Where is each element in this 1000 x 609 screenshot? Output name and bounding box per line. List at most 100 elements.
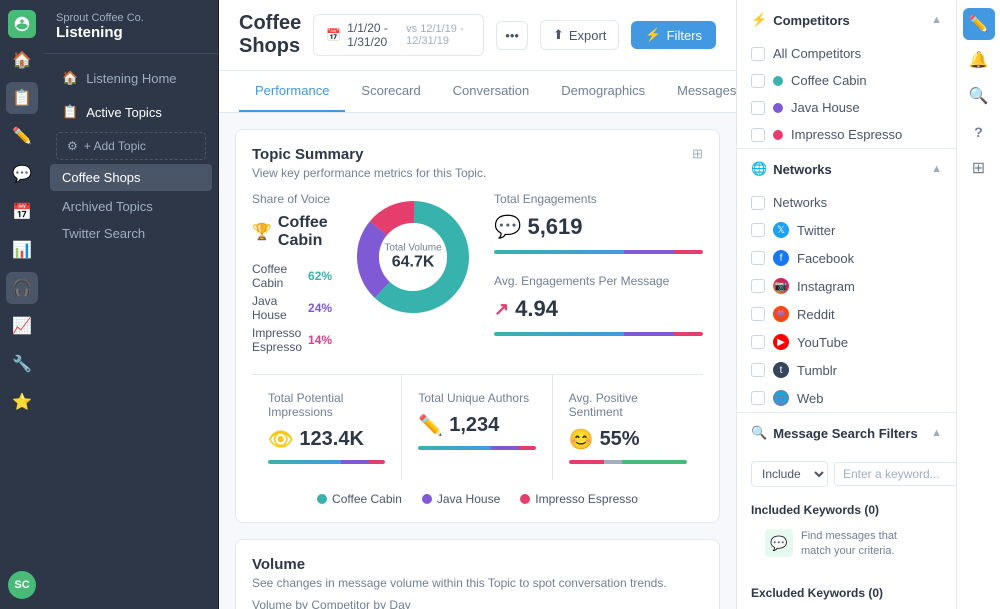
impresso-checkbox[interactable] xyxy=(751,128,765,142)
nav-tools-icon[interactable]: 🔧 xyxy=(6,348,38,380)
java-house-checkbox[interactable] xyxy=(751,101,765,115)
twitter-checkbox[interactable] xyxy=(751,223,765,237)
instagram-icon: 📷 xyxy=(773,278,789,294)
twitter-label: Twitter xyxy=(797,223,835,238)
network-reddit[interactable]: 👾 Reddit xyxy=(737,300,956,328)
sidebar-item-coffee-shops[interactable]: Coffee Shops xyxy=(50,164,212,191)
user-avatar[interactable]: SC xyxy=(8,571,36,599)
network-web[interactable]: 🌐 Web xyxy=(737,384,956,412)
edit-profile-button[interactable]: ✏️ xyxy=(963,8,995,40)
competitor-coffee-cabin[interactable]: Coffee Cabin xyxy=(737,67,956,94)
date-range-selector[interactable]: 📅 1/1/20 - 1/31/20 vs 12/1/19 - 12/31/19 xyxy=(313,14,484,56)
legend-impresso: Impresso Espresso xyxy=(520,492,638,506)
search-button[interactable]: 🔍 xyxy=(963,80,995,112)
sov-java-house-name: Java House xyxy=(252,294,302,322)
more-options-button[interactable]: ••• xyxy=(496,21,528,50)
main-content: Coffee Shops 📅 1/1/20 - 1/31/20 vs 12/1/… xyxy=(219,0,736,609)
message-search-filters-header[interactable]: 🔍 Message Search Filters ▲ xyxy=(737,413,956,453)
youtube-label: YouTube xyxy=(797,335,848,350)
competitor-impresso[interactable]: Impresso Espresso xyxy=(737,121,956,148)
app-logo[interactable] xyxy=(8,10,36,38)
nav-home-icon[interactable]: 🏠 xyxy=(6,44,38,76)
nav-inbox-icon[interactable]: 💬 xyxy=(6,158,38,190)
tab-scorecard[interactable]: Scorecard xyxy=(345,71,436,112)
topic-summary-card: Topic Summary View key performance metri… xyxy=(235,129,720,523)
sidebar-item-active-topics[interactable]: 📋 Active Topics xyxy=(50,96,212,128)
facebook-checkbox[interactable] xyxy=(751,251,765,265)
coffee-cabin-checkbox[interactable] xyxy=(751,74,765,88)
youtube-icon: ▶ xyxy=(773,334,789,350)
search-filter-icon: 🔍 xyxy=(751,425,767,441)
networks-chevron-icon: ▲ xyxy=(931,163,942,175)
nav-calendar-icon[interactable]: 📅 xyxy=(6,196,38,228)
instagram-checkbox[interactable] xyxy=(751,279,765,293)
reddit-label: Reddit xyxy=(797,307,835,322)
sidebar-item-twitter-search[interactable]: Twitter Search xyxy=(50,220,212,247)
export-label: Export xyxy=(569,28,607,43)
instagram-label: Instagram xyxy=(797,279,855,294)
network-tumblr[interactable]: t Tumblr xyxy=(737,356,956,384)
competitors-header[interactable]: ⚡ Competitors ▲ xyxy=(737,0,956,40)
chart-legend: Coffee Cabin Java House Impresso Espress… xyxy=(252,492,703,506)
twitter-icon: 𝕏 xyxy=(773,222,789,238)
share-of-voice-section: Share of Voice 🏆 Coffee Cabin Coffee Cab… xyxy=(252,192,332,358)
included-keywords-title: Included Keywords (0) xyxy=(751,503,942,517)
authors-stat: Total Unique Authors ✏️ 1,234 xyxy=(402,375,552,480)
tumblr-checkbox[interactable] xyxy=(751,363,765,377)
date-vs-label: vs 12/1/19 - 12/31/19 xyxy=(406,23,471,47)
filters-button[interactable]: ⚡ Filters xyxy=(631,21,716,49)
legend-dot-impresso xyxy=(520,494,530,504)
nav-topics-icon[interactable]: 📋 xyxy=(6,82,38,114)
nav-analytics-icon[interactable]: 📊 xyxy=(6,234,38,266)
impressions-icon: 👁 xyxy=(268,427,293,452)
keyword-input[interactable] xyxy=(834,462,956,486)
excluded-keywords-section: Excluded Keywords (0) 💬 Remove messages … xyxy=(737,578,956,609)
sov-winner-label: Coffee Cabin xyxy=(278,214,332,250)
tab-demographics[interactable]: Demographics xyxy=(545,71,661,112)
network-all[interactable]: Networks xyxy=(737,189,956,216)
sov-impresso-pct: 14% xyxy=(308,333,332,347)
nav-star-icon[interactable]: ⭐ xyxy=(6,386,38,418)
grid-view-button[interactable]: ⊞ xyxy=(963,152,995,184)
all-networks-checkbox[interactable] xyxy=(751,196,765,210)
nav-listening-icon[interactable]: 🎧 xyxy=(6,272,38,304)
competitors-section: ⚡ Competitors ▲ All Competitors Coffee C… xyxy=(737,0,956,149)
networks-header[interactable]: 🌐 Networks ▲ xyxy=(737,149,956,189)
web-checkbox[interactable] xyxy=(751,391,765,405)
network-youtube[interactable]: ▶ YouTube xyxy=(737,328,956,356)
donut-chart: Total Volume 64.7K xyxy=(348,192,478,322)
right-icons-panel: ✏️ 🔔 🔍 ? ⊞ xyxy=(956,0,1000,609)
help-button[interactable]: ? xyxy=(963,116,995,148)
network-instagram[interactable]: 📷 Instagram xyxy=(737,272,956,300)
tab-performance[interactable]: Performance xyxy=(239,71,345,112)
export-button[interactable]: ⬆ Export xyxy=(540,20,619,50)
sidebar-item-archived-topics[interactable]: Archived Topics xyxy=(50,193,212,220)
include-select[interactable]: Include Exclude xyxy=(751,461,828,487)
sov-item-coffee-cabin: Coffee Cabin 62% xyxy=(252,262,332,290)
nav-reports-icon[interactable]: 📈 xyxy=(6,310,38,342)
competitor-java-house[interactable]: Java House xyxy=(737,94,956,121)
network-twitter[interactable]: 𝕏 Twitter xyxy=(737,216,956,244)
sov-item-impresso: Impresso Espresso 14% xyxy=(252,326,332,354)
add-topic-button[interactable]: ⚙ + Add Topic xyxy=(56,132,206,160)
web-icon: 🌐 xyxy=(773,390,789,406)
legend-dot-coffee-cabin xyxy=(317,494,327,504)
sidebar-item-listening-home[interactable]: 🏠 Listening Home xyxy=(50,62,212,94)
facebook-icon: f xyxy=(773,250,789,266)
competitor-all[interactable]: All Competitors xyxy=(737,40,956,67)
competitors-title: Competitors xyxy=(773,13,850,28)
network-facebook[interactable]: f Facebook xyxy=(737,244,956,272)
archived-topics-label: Archived Topics xyxy=(62,199,153,214)
youtube-checkbox[interactable] xyxy=(751,335,765,349)
reddit-checkbox[interactable] xyxy=(751,307,765,321)
tab-conversation[interactable]: Conversation xyxy=(437,71,546,112)
nav-compose-icon[interactable]: ✏️ xyxy=(6,120,38,152)
included-keywords-hint: Find messages that match your criteria. xyxy=(801,529,928,560)
notifications-button[interactable]: 🔔 xyxy=(963,44,995,76)
tab-messages[interactable]: Messages xyxy=(661,71,736,112)
table-view-icon[interactable]: ⊞ xyxy=(692,146,703,162)
legend-dot-java-house xyxy=(422,494,432,504)
message-search-filters-title: Message Search Filters xyxy=(773,426,918,441)
main-tabs: Performance Scorecard Conversation Demog… xyxy=(219,71,736,113)
all-competitors-checkbox[interactable] xyxy=(751,47,765,61)
